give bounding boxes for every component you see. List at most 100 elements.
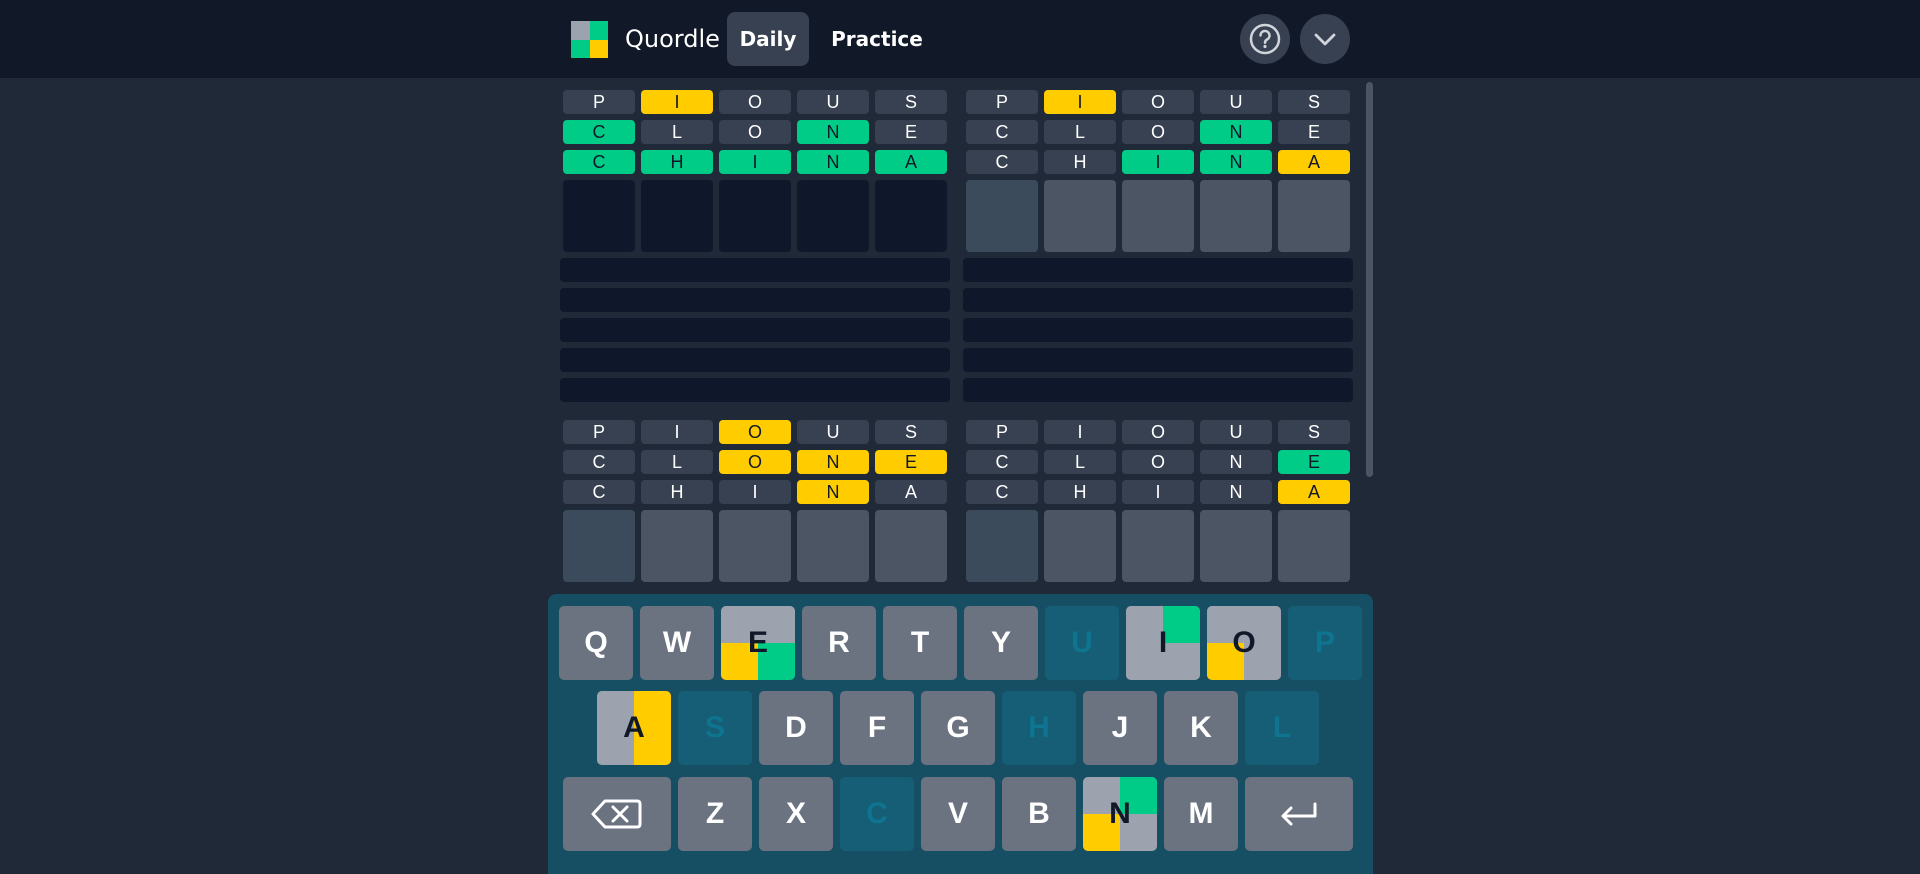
key-k[interactable]: K	[1164, 691, 1238, 765]
key-label: Q	[584, 626, 608, 659]
guess-tile: E	[875, 120, 947, 144]
key-v[interactable]: V	[921, 777, 995, 851]
key-u[interactable]: U	[1045, 606, 1119, 680]
key-l[interactable]: L	[1245, 691, 1319, 765]
key-label: I	[1158, 626, 1168, 659]
guess-tile: H	[1044, 150, 1116, 174]
guess-tile: C	[563, 150, 635, 174]
guess-tile: L	[641, 450, 713, 474]
key-r[interactable]: R	[802, 606, 876, 680]
key-label: W	[662, 626, 692, 659]
brand-title: Quordle	[625, 25, 720, 53]
help-button[interactable]	[1240, 14, 1290, 64]
key-label: U	[1071, 626, 1093, 659]
key-color-quadrant	[1126, 606, 1163, 643]
key-g[interactable]: G	[921, 691, 995, 765]
key-p[interactable]: P	[1288, 606, 1362, 680]
key-j[interactable]: J	[1083, 691, 1157, 765]
guess-tile: H	[1044, 480, 1116, 504]
guess-tile: I	[641, 420, 713, 444]
guess-tile: N	[1200, 480, 1272, 504]
guess-tile: E	[1278, 450, 1350, 474]
guess-tile: S	[875, 90, 947, 114]
guess-tile: I	[719, 150, 791, 174]
key-t[interactable]: T	[883, 606, 957, 680]
key-o[interactable]: O	[1207, 606, 1281, 680]
key-n[interactable]: N	[1083, 777, 1157, 851]
guess-tile: O	[719, 450, 791, 474]
guess-tile: U	[797, 420, 869, 444]
quordle-logo[interactable]	[571, 21, 608, 58]
chevron-down-icon	[1314, 33, 1336, 46]
key-label: G	[946, 711, 970, 744]
empty-row	[560, 288, 950, 312]
logo-square	[571, 21, 590, 40]
guess-tile: C	[563, 120, 635, 144]
logo-square	[571, 39, 590, 58]
guess-tile: N	[797, 450, 869, 474]
key-x[interactable]: X	[759, 777, 833, 851]
input-tile	[875, 510, 947, 582]
input-tile	[719, 180, 791, 252]
guess-tile: C	[966, 150, 1038, 174]
key-label: H	[1028, 711, 1050, 744]
key-label: T	[910, 626, 930, 659]
guess-tile: N	[1200, 450, 1272, 474]
key-d[interactable]: D	[759, 691, 833, 765]
key-z[interactable]: Z	[678, 777, 752, 851]
guess-tile: O	[719, 90, 791, 114]
key-label: J	[1111, 711, 1129, 744]
backspace-key[interactable]	[563, 777, 671, 851]
logo-square	[589, 21, 608, 40]
guess-tile: E	[875, 450, 947, 474]
key-c[interactable]: C	[840, 777, 914, 851]
guess-tile: I	[1044, 420, 1116, 444]
key-m[interactable]: M	[1164, 777, 1238, 851]
active-input-tile	[966, 510, 1038, 582]
guess-tile: C	[966, 450, 1038, 474]
empty-row	[963, 378, 1353, 402]
guess-tile: A	[1278, 150, 1350, 174]
active-input-tile	[563, 510, 635, 582]
enter-icon	[1281, 802, 1317, 826]
key-label: V	[947, 797, 968, 830]
empty-row	[963, 318, 1353, 342]
guess-tile: L	[1044, 120, 1116, 144]
key-color-quadrant	[1126, 643, 1163, 680]
input-tile	[563, 180, 635, 252]
guess-tile: O	[1122, 450, 1194, 474]
scrollbar[interactable]	[1366, 82, 1373, 477]
key-color-quadrant	[1163, 643, 1200, 680]
key-b[interactable]: B	[1002, 777, 1076, 851]
menu-toggle-button[interactable]	[1300, 14, 1350, 64]
key-label: P	[1314, 626, 1335, 659]
input-tile	[641, 510, 713, 582]
key-i[interactable]: I	[1126, 606, 1200, 680]
guess-tile: H	[641, 150, 713, 174]
guess-tile: I	[1122, 150, 1194, 174]
key-e[interactable]: E	[721, 606, 795, 680]
guess-tile: U	[1200, 90, 1272, 114]
key-label: E	[747, 626, 768, 659]
key-f[interactable]: F	[840, 691, 914, 765]
nav-practice-button[interactable]: Practice	[826, 12, 928, 66]
key-w[interactable]: W	[640, 606, 714, 680]
enter-key[interactable]	[1245, 777, 1353, 851]
guess-tile: N	[797, 120, 869, 144]
key-label: S	[704, 711, 725, 744]
guess-tile: E	[1278, 120, 1350, 144]
key-s[interactable]: S	[678, 691, 752, 765]
guess-tile: N	[1200, 150, 1272, 174]
input-tile	[1278, 510, 1350, 582]
guess-tile: N	[1200, 120, 1272, 144]
key-h[interactable]: H	[1002, 691, 1076, 765]
input-tile	[1044, 510, 1116, 582]
active-input-tile	[966, 180, 1038, 252]
key-label: M	[1188, 797, 1214, 830]
key-a[interactable]: A	[597, 691, 671, 765]
nav-daily-button[interactable]: Daily	[727, 12, 809, 66]
key-y[interactable]: Y	[964, 606, 1038, 680]
key-q[interactable]: Q	[559, 606, 633, 680]
key-label: K	[1190, 711, 1212, 744]
input-tile	[1200, 180, 1272, 252]
